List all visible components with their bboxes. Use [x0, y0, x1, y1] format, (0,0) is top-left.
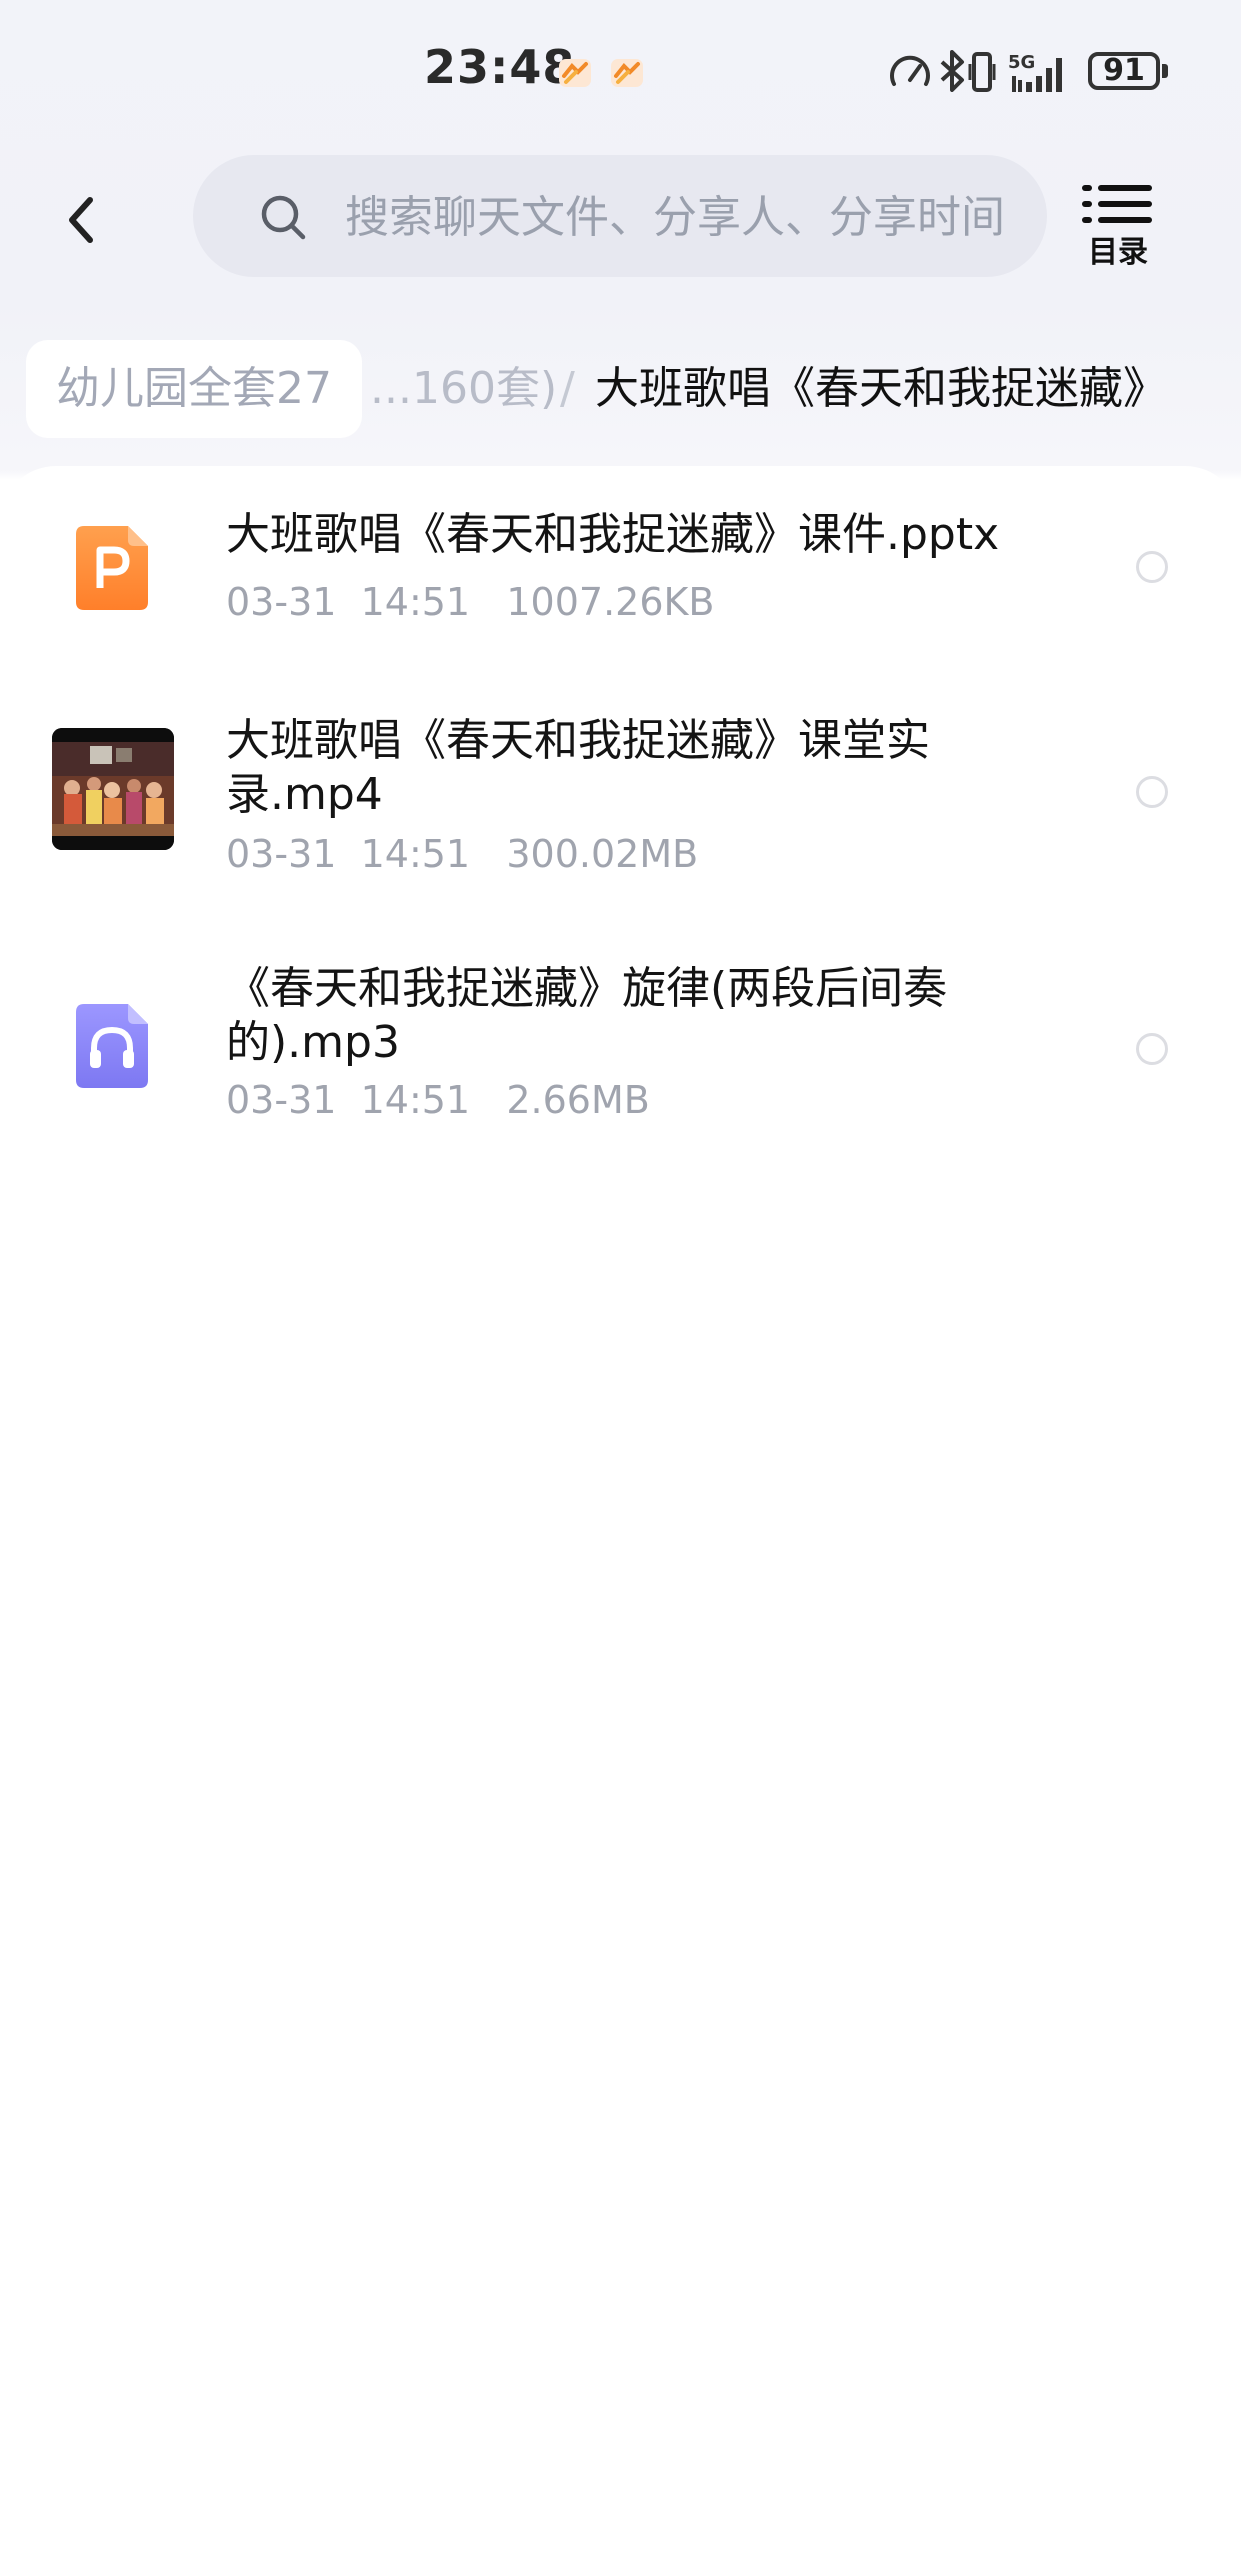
file-date: 03-31	[226, 580, 337, 624]
file-meta: 03-31 14:51 300.02MB	[226, 832, 698, 876]
file-date: 03-31	[226, 1078, 337, 1122]
file-list: 大班歌唱《春天和我捉迷藏》课件.pptx 03-31 14:51 1007.26…	[0, 466, 1241, 2560]
battery-tip	[1162, 64, 1168, 78]
back-button[interactable]	[45, 180, 115, 260]
file-time: 14:51	[360, 580, 471, 624]
status-bar: 23:48 5G 91	[0, 0, 1241, 145]
video-frame	[52, 728, 174, 850]
breadcrumb-middle[interactable]: ...160套)	[370, 340, 557, 438]
breadcrumb-current: 大班歌唱《春天和我捉迷藏》	[595, 363, 1167, 414]
video-thumbnail	[52, 728, 174, 850]
bluetooth-icon	[940, 50, 964, 92]
file-item-mp3[interactable]: 《春天和我捉迷藏》旋律(两段后间奏的).mp3 03-31 14:51 2.66…	[0, 926, 1241, 1176]
file-name: 《春天和我捉迷藏》旋律(两段后间奏的).mp3	[226, 963, 948, 1068]
select-radio[interactable]	[1136, 1033, 1168, 1065]
breadcrumb: ...160套) 幼儿园全套27 / 大班歌唱《春天和我捉迷藏》	[0, 340, 1241, 440]
file-name: 大班歌唱《春天和我捉迷藏》课堂实录.mp4	[226, 715, 930, 820]
orange-app-notification-icon	[611, 59, 643, 87]
5g-signal-icon: 5G	[1008, 52, 1062, 92]
svg-text:5G: 5G	[1008, 52, 1035, 73]
header: 目录	[0, 145, 1241, 290]
orange-app-notification-icon	[559, 59, 591, 87]
pptx-file-icon	[76, 526, 148, 610]
status-time: 23:48	[424, 40, 576, 94]
search-bar[interactable]	[193, 155, 1047, 277]
file-size: 1007.26KB	[506, 580, 715, 624]
file-time: 14:51	[360, 1078, 471, 1122]
toc-button[interactable]: 目录	[1078, 183, 1158, 270]
battery-icon: 91	[1088, 52, 1160, 90]
chevron-left-icon	[69, 197, 93, 243]
file-item-pptx[interactable]: 大班歌唱《春天和我捉迷藏》课件.pptx 03-31 14:51 1007.26…	[0, 466, 1241, 676]
select-radio[interactable]	[1136, 551, 1168, 583]
search-icon	[261, 195, 306, 240]
audio-file-icon	[76, 1004, 148, 1088]
vibrate-icon	[968, 52, 996, 92]
data-speed-icon	[890, 55, 930, 86]
search-input[interactable]	[343, 183, 1037, 251]
file-item-mp4[interactable]: 大班歌唱《春天和我捉迷藏》课堂实录.mp4 03-31 14:51 300.02…	[0, 676, 1241, 926]
file-time: 14:51	[360, 832, 471, 876]
file-meta: 03-31 14:51 2.66MB	[226, 1078, 650, 1122]
list-icon	[1082, 185, 1152, 223]
toc-label: 目录	[1088, 235, 1148, 270]
file-size: 2.66MB	[506, 1078, 650, 1122]
file-date: 03-31	[226, 832, 337, 876]
file-size: 300.02MB	[506, 832, 699, 876]
breadcrumb-separator: /	[560, 363, 575, 414]
file-name: 大班歌唱《春天和我捉迷藏》课件.pptx	[226, 509, 1000, 560]
breadcrumb-root[interactable]: 幼儿园全套27	[26, 340, 362, 438]
select-radio[interactable]	[1136, 776, 1168, 808]
file-meta: 03-31 14:51 1007.26KB	[226, 580, 715, 624]
